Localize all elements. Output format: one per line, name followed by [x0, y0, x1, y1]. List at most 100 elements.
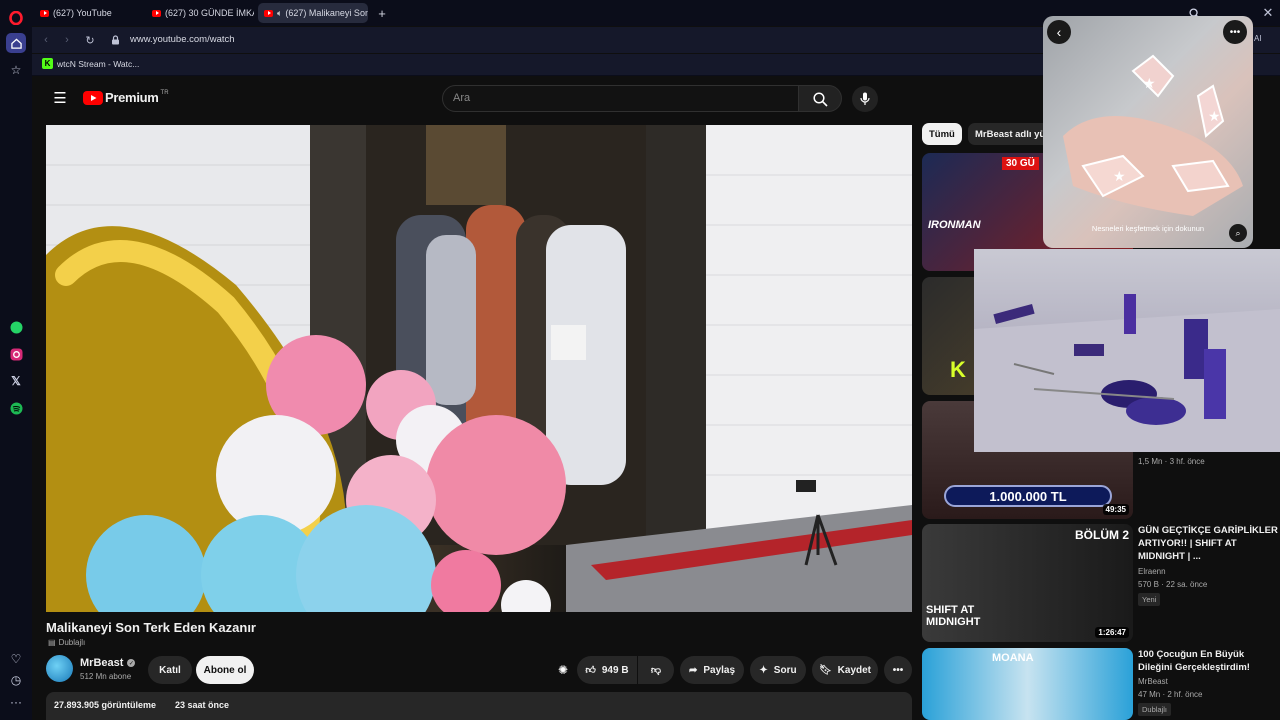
tab-title: (627) Malikaneyi Son — [285, 8, 368, 18]
more-dots-icon: ••• — [892, 664, 904, 676]
bookmark-icon: 🔖︎ — [818, 664, 832, 676]
new-tab-button[interactable]: + — [372, 3, 392, 23]
menu-icon[interactable]: ☰ — [52, 89, 68, 107]
search-button[interactable] — [798, 85, 842, 112]
whatsapp-icon[interactable] — [6, 317, 26, 337]
ask-button[interactable]: ✦ Soru — [750, 656, 806, 684]
youtube-favicon-icon — [40, 9, 49, 17]
youtube-favicon-icon — [152, 9, 161, 17]
thumbnail-text: K — [950, 357, 966, 382]
svg-text:★: ★ — [1113, 168, 1126, 184]
overlay-more-icon[interactable]: ••• — [1223, 20, 1247, 44]
share-icon: ➦ — [688, 664, 698, 676]
video-title-link[interactable]: 100 Çocuğun En Büyük Dileğini Gerçekleşt… — [1138, 648, 1278, 674]
dubbed-badge: ▤ Dublajlı — [48, 638, 85, 647]
thumbs-down-icon: 👎︎ — [650, 665, 662, 676]
channel-name: MrBeast — [80, 657, 124, 669]
duration-label: 1:26:47 — [1095, 627, 1129, 638]
thumbnail-text: 1.000.000 TL — [944, 485, 1112, 507]
lock-icon — [108, 32, 122, 48]
thumbnail-text: MOANA — [992, 652, 1034, 664]
effects-icon[interactable]: ✺ — [554, 661, 572, 679]
reload-icon[interactable]: ↻ — [82, 31, 98, 49]
recommendation-thumbnail[interactable]: MOANA — [922, 648, 1133, 720]
channel-name[interactable]: Elraenn — [1138, 567, 1166, 576]
save-label: Kaydet — [837, 664, 872, 676]
channel-name-link[interactable]: MrBeast ✓ — [80, 657, 136, 669]
chip-all[interactable]: Tümü — [922, 123, 962, 145]
video-frame — [46, 125, 912, 612]
floating-video-overlay[interactable] — [974, 249, 1280, 452]
share-button[interactable]: ➦ Paylaş — [680, 656, 744, 684]
subscribe-label: Abone ol — [203, 664, 247, 676]
share-label: Paylaş — [703, 664, 736, 676]
forward-icon[interactable]: › — [59, 31, 75, 49]
instagram-icon[interactable] — [6, 344, 26, 364]
overlay-caption: Nesneleri keşfetmek için dokunun — [1091, 224, 1205, 233]
tab-title: (627) 30 GÜNDE İMKANSIZ — [165, 8, 254, 18]
youtube-logo[interactable]: Premium TR — [83, 90, 169, 105]
youtube-favicon-icon — [264, 9, 273, 17]
url-field[interactable]: www.youtube.com/watch — [124, 30, 1074, 50]
dislike-button[interactable]: 👎︎ — [638, 656, 674, 684]
publish-time: 23 saat önce — [175, 700, 230, 710]
channel-name[interactable]: MrBeast — [1138, 677, 1168, 686]
description-box[interactable]: 27.893.905 görüntüleme 23 saat önce — [46, 692, 912, 720]
chip-mrbeast[interactable]: MrBeast adlı yü — [968, 123, 1053, 145]
thumbnail-badge: 30 GÜ — [1002, 157, 1039, 170]
join-label: Katıl — [159, 664, 181, 676]
tab-title: (627) YouTube — [53, 8, 112, 18]
back-arrow-icon[interactable]: ‹ — [1047, 20, 1071, 44]
subscribe-button[interactable]: Abone ol — [196, 656, 254, 684]
speaker-icon[interactable]: 🔈︎ — [277, 8, 282, 19]
tab-youtube-home[interactable]: (627) YouTube — [34, 3, 142, 23]
channel-avatar[interactable] — [46, 655, 73, 682]
video-meta: 570 B · 22 sa. önce — [1138, 580, 1208, 589]
video-player[interactable] — [46, 125, 912, 612]
visual-search-overlay[interactable]: ★ ★ ★ ‹ ••• Nesneleri keşfetmek için dok… — [1043, 16, 1253, 248]
close-window-icon[interactable]: ✕ — [1260, 4, 1276, 22]
bookmark-wtcn-stream[interactable]: K wtcN Stream - Watc... — [42, 58, 139, 69]
x-twitter-icon[interactable]: 𝕏 — [6, 371, 26, 391]
youtube-play-icon — [83, 90, 103, 105]
lens-search-icon[interactable]: ⌕ — [1229, 224, 1247, 242]
ai-button[interactable]: AI — [1254, 34, 1262, 43]
thumbs-up-icon: 👍︎ — [585, 665, 596, 676]
home-icon[interactable] — [6, 33, 26, 53]
tab-30-gunde[interactable]: (627) 30 GÜNDE İMKANSIZ — [146, 3, 254, 23]
join-button[interactable]: Katıl — [148, 656, 192, 684]
back-icon[interactable]: ‹ — [38, 31, 54, 49]
history-icon[interactable]: ◷ — [6, 670, 26, 690]
like-count: 949 B — [601, 664, 629, 676]
ai-label: AI — [1254, 34, 1262, 43]
heart-icon[interactable]: ♡ — [6, 649, 26, 669]
star-icon[interactable]: ☆ — [6, 60, 26, 80]
region-code: TR — [160, 89, 169, 96]
dubbed-label: Dublajlı — [58, 638, 86, 647]
chip-label: Tümü — [929, 128, 955, 140]
spotify-icon[interactable] — [6, 398, 26, 418]
save-button[interactable]: 🔖︎ Kaydet — [812, 656, 878, 684]
more-actions-button[interactable]: ••• — [884, 656, 912, 684]
kick-logo-icon: K — [42, 58, 53, 69]
voice-search-button[interactable] — [852, 86, 878, 112]
microphone-icon — [860, 92, 870, 105]
browser-sidebar: ☆ 𝕏 ♡ ◷ ··· — [0, 0, 32, 720]
video-title: Malikaneyi Son Terk Eden Kazanır — [46, 620, 256, 635]
search-input[interactable]: Ara — [442, 85, 799, 112]
dubbed-badge: Dublajlı — [1138, 703, 1172, 716]
overlay-image: ★ ★ ★ — [1063, 54, 1243, 216]
thumbnail-badge: BÖLÜM 2 — [1075, 528, 1129, 542]
video-title-link[interactable]: GÜN GEÇTİKÇE GARİPLİKLER ARTIYOR!! | SHI… — [1138, 524, 1278, 563]
recommendation-thumbnail[interactable]: SHIFT AT MIDNIGHT BÖLÜM 2 1:26:47 — [922, 524, 1133, 642]
verified-icon: ✓ — [127, 659, 136, 667]
sparkle-icon: ✦ — [759, 664, 768, 676]
opera-logo-icon[interactable] — [6, 8, 26, 28]
more-icon[interactable]: ··· — [6, 692, 26, 712]
thumbnail-text: SHIFT AT MIDNIGHT — [926, 604, 981, 628]
chip-label: MrBeast adlı yü — [975, 128, 1046, 140]
tab-malikaneyi-son[interactable]: 🔈︎ (627) Malikaneyi Son — [258, 3, 368, 23]
search-icon — [813, 92, 828, 107]
video-meta: 1,5 Mn · 3 hf. önce — [1138, 457, 1205, 466]
like-button[interactable]: 👍︎ 949 B — [577, 656, 637, 684]
